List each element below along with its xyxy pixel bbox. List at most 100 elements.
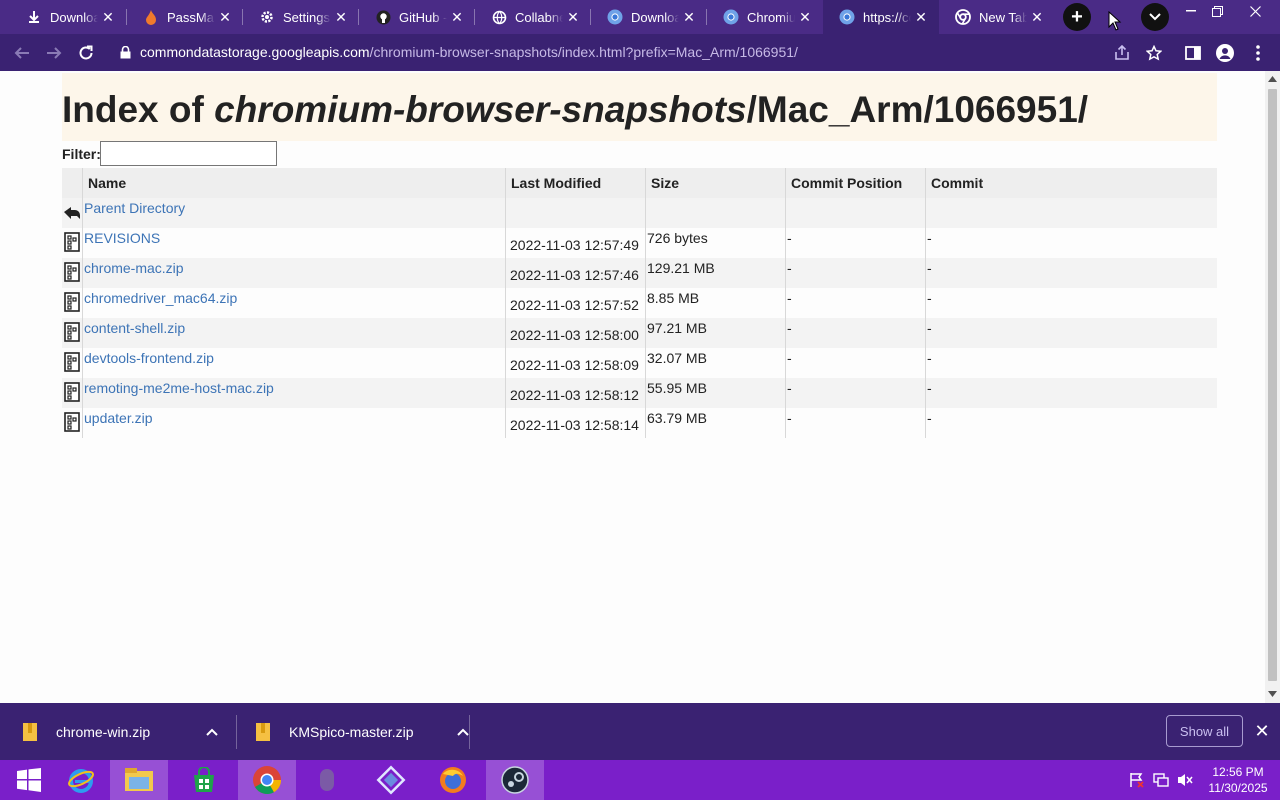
column-header-size[interactable]: Size (645, 168, 786, 198)
file-link[interactable]: content-shell.zip (84, 320, 185, 336)
column-header-last-modified[interactable]: Last Modified (505, 168, 646, 198)
column-header-commit-position[interactable]: Commit Position (785, 168, 926, 198)
tab-github[interactable]: GitHub - ✕ (359, 0, 475, 34)
chrome-taskbar-icon[interactable] (238, 760, 296, 800)
lock-icon[interactable] (110, 45, 140, 59)
volume-muted-icon[interactable] (1177, 772, 1193, 788)
tab-new-tab[interactable]: New Tab ✕ (939, 0, 1055, 34)
file-icon (62, 408, 83, 438)
back-arrow-icon (62, 198, 83, 228)
close-icon[interactable]: ✕ (911, 7, 931, 27)
more-menu-icon[interactable] (1243, 38, 1273, 68)
downloads-bar: chrome-win.zip KMSpico-master.zip Show a… (0, 703, 1280, 760)
share-icon[interactable] (1107, 38, 1137, 68)
table-row: REVISIONS 2022-11-03 12:57:49 726 bytes - - (62, 228, 1217, 258)
close-icon[interactable]: ✕ (563, 7, 583, 27)
url-path: /chromium-browser-snapshots/index.html?p… (369, 44, 798, 60)
file-listing-table: Name Last Modified Size Commit Position … (62, 168, 1217, 438)
windows-taskbar: 12:56 PM 11/30/2025 (0, 760, 1280, 800)
close-window-button[interactable] (1237, 0, 1273, 22)
chromium-icon (723, 9, 739, 25)
mouse-app-icon[interactable] (298, 760, 356, 800)
bookmark-star-icon[interactable] (1139, 38, 1169, 68)
close-icon[interactable]: ✕ (679, 7, 699, 27)
tab-title: GitHub - (399, 9, 447, 25)
mouse-cursor-icon (1108, 11, 1122, 31)
tab-title: Downloads (50, 9, 98, 25)
steam-icon[interactable] (486, 760, 544, 800)
tab-downloads-2[interactable]: Downloads ✕ (591, 0, 707, 34)
tab-title: New Tab (979, 9, 1027, 25)
scrollbar[interactable] (1265, 71, 1280, 703)
column-header-commit[interactable]: Commit (925, 168, 1217, 198)
start-button[interactable] (0, 760, 58, 800)
close-icon[interactable]: ✕ (1027, 7, 1047, 27)
flag-icon[interactable] (1129, 772, 1145, 788)
file-link[interactable]: chromedriver_mac64.zip (84, 290, 237, 306)
browser-toolbar: commondatastorage.googleapis.com/chromiu… (0, 34, 1280, 71)
commit-cell: - (925, 258, 1217, 288)
tab-current[interactable]: https://co ✕ (823, 0, 939, 34)
close-icon[interactable]: ✕ (215, 7, 235, 27)
side-panel-icon[interactable] (1178, 38, 1208, 68)
chevron-up-icon[interactable] (457, 728, 470, 736)
close-icon[interactable]: ✕ (98, 7, 118, 27)
profile-avatar-icon[interactable] (1210, 38, 1240, 68)
zip-file-icon (256, 723, 270, 741)
chromium-icon (839, 9, 855, 25)
file-icon (62, 228, 83, 258)
close-downloads-bar-button[interactable]: ✕ (1250, 719, 1274, 743)
tab-passmark[interactable]: PassMark ✕ (127, 0, 243, 34)
parent-directory-link[interactable]: Parent Directory (84, 200, 185, 216)
tab-search-button[interactable] (1141, 3, 1169, 31)
last-modified-cell: 2022-11-03 12:58:00 (505, 318, 646, 348)
firefox-icon[interactable] (424, 760, 482, 800)
system-clock[interactable]: 12:56 PM 11/30/2025 (1200, 764, 1276, 796)
tab-downloads[interactable]: Downloads ✕ (10, 0, 126, 34)
file-link[interactable]: remoting-me2me-host-mac.zip (84, 380, 274, 396)
scroll-up-arrow-icon[interactable] (1268, 76, 1277, 82)
file-explorer-icon[interactable] (110, 760, 168, 800)
file-icon (62, 348, 83, 378)
internet-explorer-icon[interactable] (52, 760, 110, 800)
gear-icon (259, 9, 275, 25)
restore-button[interactable] (1199, 0, 1235, 22)
tab-collabnet[interactable]: Collabnet ✕ (475, 0, 591, 34)
filter-input[interactable] (100, 141, 277, 166)
close-icon[interactable]: ✕ (795, 7, 815, 27)
download-icon (26, 9, 42, 25)
file-link[interactable]: chrome-mac.zip (84, 260, 184, 276)
column-header-name[interactable]: Name (82, 168, 506, 198)
commit-position-cell: - (785, 258, 926, 288)
file-link[interactable]: REVISIONS (84, 230, 160, 246)
table-row: devtools-frontend.zip 2022-11-03 12:58:09… (62, 348, 1217, 378)
scrollbar-thumb[interactable] (1268, 89, 1277, 681)
table-row: content-shell.zip 2022-11-03 12:58:00 97.2… (62, 318, 1217, 348)
chevron-up-icon[interactable] (206, 728, 218, 736)
new-tab-button[interactable]: + (1063, 3, 1091, 31)
tab-settings[interactable]: Settings - ✕ (243, 0, 359, 34)
last-modified-cell: 2022-11-03 12:57:52 (505, 288, 646, 318)
download-item[interactable]: KMSpico-master.zip (255, 713, 470, 751)
commit-position-cell: - (785, 318, 926, 348)
size-cell: 63.79 MB (645, 408, 786, 438)
forward-button[interactable] (39, 38, 69, 68)
file-link[interactable]: updater.zip (84, 410, 153, 426)
tab-chromium[interactable]: Chromium ✕ (707, 0, 823, 34)
page-title: Index of chromium-browser-snapshots/Mac_… (62, 89, 1089, 130)
address-bar[interactable]: commondatastorage.googleapis.com/chromiu… (110, 37, 1176, 67)
network-app-icon[interactable] (362, 760, 420, 800)
back-button[interactable] (7, 38, 37, 68)
close-icon[interactable]: ✕ (447, 7, 467, 27)
reload-button[interactable] (71, 38, 101, 68)
store-icon[interactable] (175, 760, 233, 800)
download-item[interactable]: chrome-win.zip (22, 713, 218, 751)
chromium-icon (607, 9, 623, 25)
file-link[interactable]: devtools-frontend.zip (84, 350, 214, 366)
network-icon[interactable] (1153, 772, 1169, 788)
show-all-button[interactable]: Show all (1166, 715, 1243, 747)
scroll-down-arrow-icon[interactable] (1268, 691, 1277, 697)
size-cell: 129.21 MB (645, 258, 786, 288)
close-icon[interactable]: ✕ (331, 7, 351, 27)
table-row: chrome-mac.zip 2022-11-03 12:57:46 129.21 … (62, 258, 1217, 288)
